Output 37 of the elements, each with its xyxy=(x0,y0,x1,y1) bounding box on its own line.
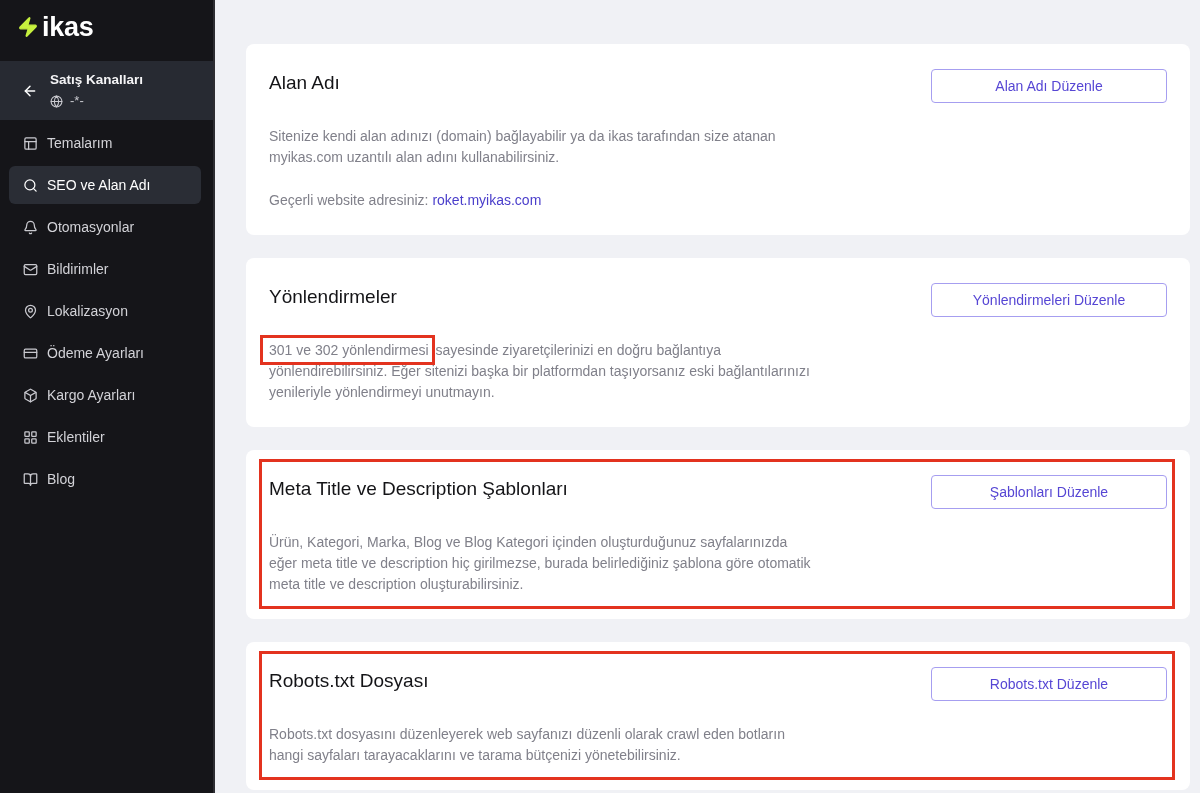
card-title: Meta Title ve Description Şablonları xyxy=(269,477,568,501)
grid-icon xyxy=(23,429,38,445)
sidebar-item[interactable]: Kargo Ayarları xyxy=(9,376,201,414)
layout-icon xyxy=(23,135,38,151)
sidebar-item[interactable]: Temalarım xyxy=(9,124,201,162)
globe-icon xyxy=(50,94,63,108)
edit-button[interactable]: Robots.txt Düzenle xyxy=(931,667,1167,701)
bell-icon xyxy=(23,219,38,235)
lightning-bolt-icon xyxy=(17,15,39,38)
card-description: Geçerli website adresiniz: roket.myikas.com xyxy=(269,191,543,210)
credit-card-icon xyxy=(23,345,38,361)
card-title: Alan Adı xyxy=(269,71,340,95)
edit-button[interactable]: Yönlendirmeleri Düzenle xyxy=(931,283,1167,317)
sidebar-item[interactable]: Lokalizasyon xyxy=(9,292,201,330)
cube-icon xyxy=(23,387,38,403)
map-pin-icon xyxy=(23,303,38,319)
card-description: Robots.txt dosyasını düzenleyerek web sayfanızı düzenli olarak crawl eden botların hangi sayfaları tarayacaklarını ve tarama bütçenizi yönetebilirsiniz. xyxy=(269,725,786,765)
sidebar-item[interactable]: Eklentiler xyxy=(9,418,201,456)
sidebar-item[interactable]: Otomasyonlar xyxy=(9,208,201,246)
sidebar-item[interactable]: Ödeme Ayarları xyxy=(9,334,201,372)
edit-button[interactable]: Şablonları Düzenle xyxy=(931,475,1167,509)
sidebar-item[interactable]: Bildirimler xyxy=(9,250,201,288)
sidebar-item[interactable]: Blog xyxy=(9,460,201,498)
card-description: Sitenize kendi alan adınızı (domain) bağlayabilir ya da ikas tarafından size atanan myikas.com uzantılı alan adını kullanabilirsiniz. xyxy=(269,127,777,167)
channel-title: Satış Kanalları xyxy=(50,71,144,89)
channel-subtitle: -*- xyxy=(70,92,84,110)
logo-text: ikas xyxy=(42,11,94,42)
envelope-icon xyxy=(23,261,38,277)
search-icon xyxy=(23,177,38,193)
sidebar-item[interactable]: SEO ve Alan Adı xyxy=(9,166,201,204)
book-icon xyxy=(23,471,38,487)
card-description: Ürün, Kategori, Marka, Blog ve Blog Kategori içinden oluşturduğunuz sayfalarınızda eğer meta title ve description hiç girilmezse, burada belirlediğiniz şablona göre otomatik meta title ve description oluşturabilirsiniz. xyxy=(269,533,812,594)
card-title: Robots.txt Dosyası xyxy=(269,669,429,693)
card-title: Yönlendirmeler xyxy=(269,285,397,309)
website-link[interactable]: roket.myikas.com xyxy=(432,192,542,208)
edit-button[interactable]: Alan Adı Düzenle xyxy=(931,69,1167,103)
card-description: 301 ve 302 yönlendirmesi sayesinde ziyaretçilerinizi en doğru bağlantıya yönlendirebilirsiniz. Eğer sitenizi başka bir platformdan taşıyorsanız eski bağlantılarınızı yenileriyle yönlendirmeyi unutmayın. xyxy=(260,335,818,403)
